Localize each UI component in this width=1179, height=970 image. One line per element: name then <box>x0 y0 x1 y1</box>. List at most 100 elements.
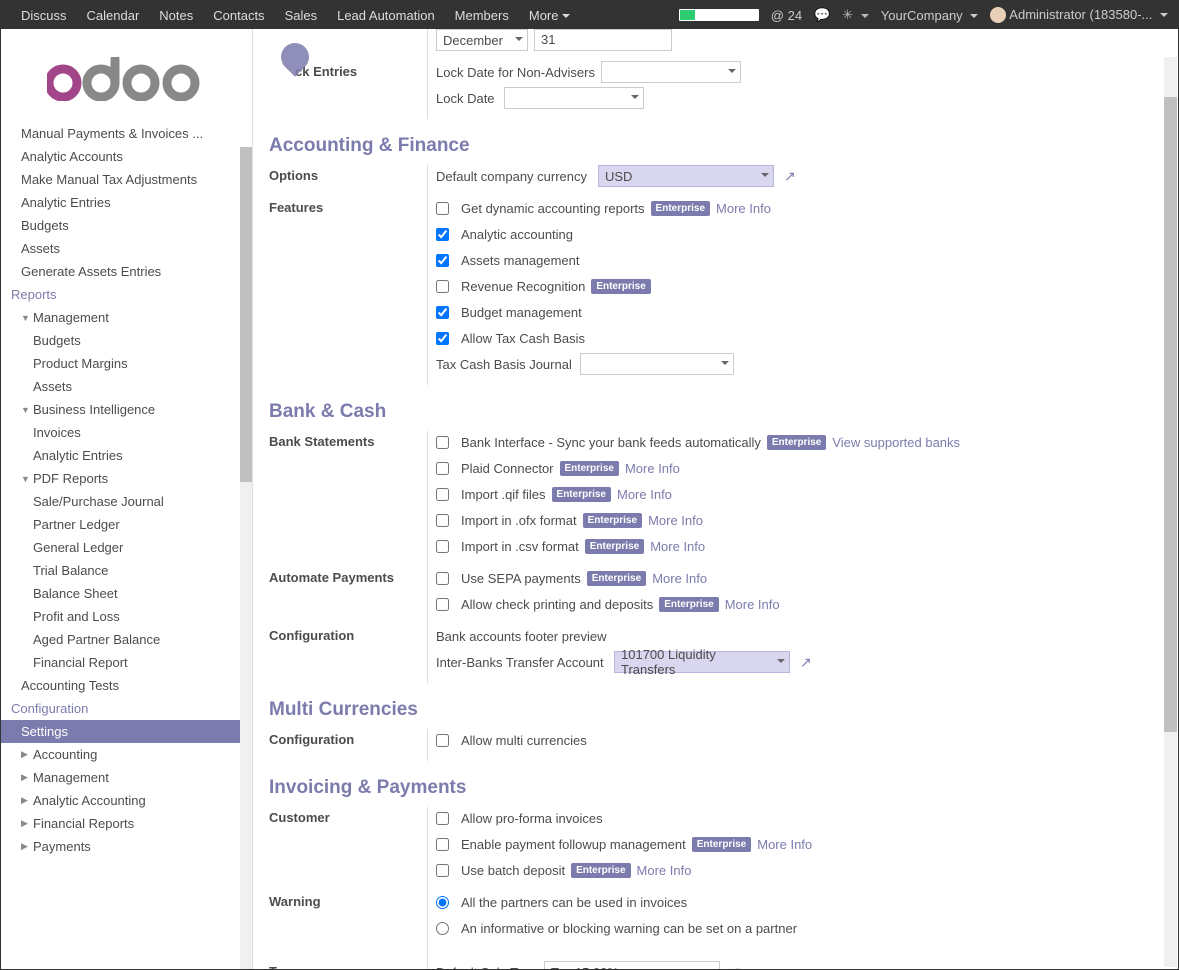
fiscal-month-select[interactable]: December <box>436 29 528 51</box>
nav-analytic-accounting[interactable]: ▶Analytic Accounting <box>1 789 252 812</box>
plaid-checkbox[interactable] <box>436 462 449 475</box>
nav-reports[interactable]: Reports <box>1 283 252 306</box>
topbar-discuss[interactable]: Discuss <box>11 8 77 23</box>
nav-configuration[interactable]: Configuration <box>1 697 252 720</box>
user-menu[interactable]: Administrator (183580-... <box>990 7 1168 24</box>
topbar-more[interactable]: More <box>519 8 581 23</box>
chat-icon[interactable]: 💬 <box>814 7 830 23</box>
nav-label: Financial Reports <box>33 816 134 831</box>
nav-generate-assets-entries[interactable]: Generate Assets Entries <box>1 260 252 283</box>
batch-checkbox[interactable] <box>436 864 449 877</box>
currency-select[interactable]: USD <box>598 165 774 187</box>
nav-financial-reports[interactable]: ▶Financial Reports <box>1 812 252 835</box>
chevron-icon: ▶ <box>21 795 31 806</box>
proforma-checkbox[interactable] <box>436 812 449 825</box>
tcb-journal-select[interactable] <box>580 353 734 375</box>
nav-management[interactable]: ▶Management <box>1 766 252 789</box>
more-info-link[interactable]: More Info <box>650 539 705 554</box>
nav-profit-and-loss[interactable]: Profit and Loss <box>1 605 252 628</box>
nav-budgets[interactable]: Budgets <box>1 329 252 352</box>
multicurrency-label: Allow multi currencies <box>461 733 587 748</box>
sepa-checkbox[interactable] <box>436 572 449 585</box>
sidebar-scroll-thumb[interactable] <box>240 147 252 482</box>
topbar-contacts[interactable]: Contacts <box>203 8 274 23</box>
revenue-checkbox[interactable] <box>436 280 449 293</box>
nav-business-intelligence[interactable]: ▼Business Intelligence <box>1 398 252 421</box>
nav-accounting[interactable]: ▶Accounting <box>1 743 252 766</box>
csv-label: Import in .csv format <box>461 539 579 554</box>
nav-manual-payments-invoices-[interactable]: Manual Payments & Invoices ... <box>1 122 252 145</box>
lock-nonadviser-date[interactable] <box>601 61 741 83</box>
nav-label: Configuration <box>11 701 88 716</box>
external-link-icon[interactable]: ↗ <box>784 168 796 185</box>
nav-aged-partner-balance[interactable]: Aged Partner Balance <box>1 628 252 651</box>
enterprise-badge: Enterprise <box>591 279 650 294</box>
nav-pdf-reports[interactable]: ▼PDF Reports <box>1 467 252 490</box>
nav-invoices[interactable]: Invoices <box>1 421 252 444</box>
more-info-link[interactable]: More Info <box>716 201 771 216</box>
nav-financial-report[interactable]: Financial Report <box>1 651 252 674</box>
external-link-icon[interactable]: ↗ <box>730 964 742 970</box>
nav-make-manual-tax-adjustments[interactable]: Make Manual Tax Adjustments <box>1 168 252 191</box>
view-banks-link[interactable]: View supported banks <box>832 435 960 450</box>
nav-label: Analytic Entries <box>21 195 111 210</box>
topbar-lead-automation[interactable]: Lead Automation <box>327 8 445 23</box>
more-info-link[interactable]: More Info <box>648 513 703 528</box>
nav-sale-purchase-journal[interactable]: Sale/Purchase Journal <box>1 490 252 513</box>
nav-management[interactable]: ▼Management <box>1 306 252 329</box>
nav-payments[interactable]: ▶Payments <box>1 835 252 858</box>
topbar-calendar[interactable]: Calendar <box>77 8 150 23</box>
debug-icon[interactable]: ✳ <box>842 7 869 23</box>
external-link-icon[interactable]: ↗ <box>800 654 812 671</box>
nav-label: Trial Balance <box>33 563 108 578</box>
sale-tax-select[interactable]: Tax 15.00% <box>544 961 720 969</box>
def-sale-tax-label: Default Sale Tax <box>436 965 538 970</box>
dynamic-reports-checkbox[interactable] <box>436 202 449 215</box>
qif-checkbox[interactable] <box>436 488 449 501</box>
assets-checkbox[interactable] <box>436 254 449 267</box>
nav-assets[interactable]: Assets <box>1 237 252 260</box>
more-info-link[interactable]: More Info <box>617 487 672 502</box>
warn-block-radio[interactable] <box>436 922 449 935</box>
multicurrency-checkbox[interactable] <box>436 734 449 747</box>
nav-budgets[interactable]: Budgets <box>1 214 252 237</box>
nav-balance-sheet[interactable]: Balance Sheet <box>1 582 252 605</box>
topbar-notes[interactable]: Notes <box>149 8 203 23</box>
analytic-checkbox[interactable] <box>436 228 449 241</box>
check-print-checkbox[interactable] <box>436 598 449 611</box>
nav-label: Budgets <box>33 333 81 348</box>
nav-analytic-entries[interactable]: Analytic Entries <box>1 191 252 214</box>
more-info-link[interactable]: More Info <box>652 571 707 586</box>
taxcash-checkbox[interactable] <box>436 332 449 345</box>
nav-settings[interactable]: Settings <box>1 720 252 743</box>
more-info-link[interactable]: More Info <box>625 461 680 476</box>
warning-label: Warning <box>269 891 427 961</box>
ofx-checkbox[interactable] <box>436 514 449 527</box>
lock-date[interactable] <box>504 87 644 109</box>
nav-partner-ledger[interactable]: Partner Ledger <box>1 513 252 536</box>
nav-product-margins[interactable]: Product Margins <box>1 352 252 375</box>
mentions-count[interactable]: @ 24 <box>771 8 802 23</box>
nav-analytic-entries[interactable]: Analytic Entries <box>1 444 252 467</box>
budget-checkbox[interactable] <box>436 306 449 319</box>
more-info-link[interactable]: More Info <box>637 863 692 878</box>
company-switcher[interactable]: YourCompany <box>881 8 979 23</box>
topbar-members[interactable]: Members <box>445 8 519 23</box>
dynamic-reports-label: Get dynamic accounting reports <box>461 201 645 216</box>
warn-all-radio[interactable] <box>436 896 449 909</box>
content-scroll-thumb[interactable] <box>1164 97 1177 732</box>
nav-assets[interactable]: Assets <box>1 375 252 398</box>
followup-checkbox[interactable] <box>436 838 449 851</box>
topbar-sales[interactable]: Sales <box>275 8 328 23</box>
nav-general-ledger[interactable]: General Ledger <box>1 536 252 559</box>
bank-interface-checkbox[interactable] <box>436 436 449 449</box>
more-info-link[interactable]: More Info <box>757 837 812 852</box>
sidebar: Manual Payments & Invoices ...Analytic A… <box>1 29 253 969</box>
more-info-link[interactable]: More Info <box>725 597 780 612</box>
interbank-select[interactable]: 101700 Liquidity Transfers <box>614 651 790 673</box>
csv-checkbox[interactable] <box>436 540 449 553</box>
chevron-icon: ▶ <box>21 772 31 783</box>
nav-trial-balance[interactable]: Trial Balance <box>1 559 252 582</box>
nav-accounting-tests[interactable]: Accounting Tests <box>1 674 252 697</box>
nav-analytic-accounts[interactable]: Analytic Accounts <box>1 145 252 168</box>
